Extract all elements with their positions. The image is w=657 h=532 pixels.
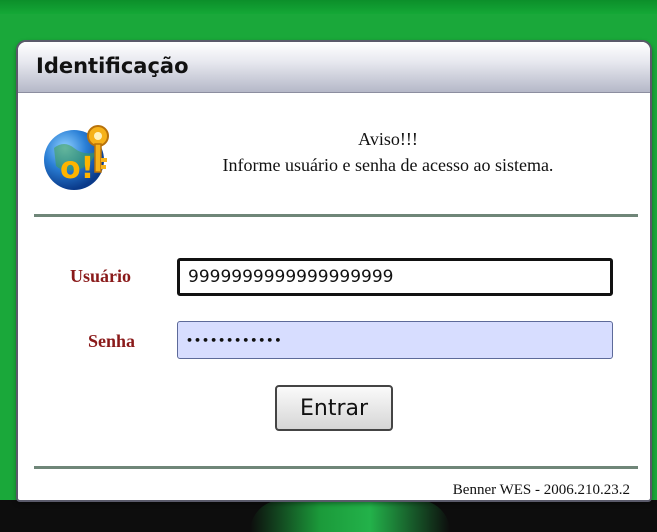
- password-input[interactable]: ••••••••••••: [177, 321, 613, 359]
- dialog-title: Identificação: [36, 54, 189, 78]
- notice-message: Aviso!!! Informe usuário e senha de aces…: [138, 126, 638, 178]
- desktop-top-band: [0, 0, 657, 14]
- svg-text:o!: o!: [60, 151, 94, 186]
- password-label: Senha: [88, 331, 136, 351]
- login-dialog: Identificação o! Aviso!!! Informe usuári…: [16, 40, 652, 502]
- enter-button[interactable]: Entrar: [275, 385, 393, 431]
- taskbar-accent: [250, 500, 450, 532]
- divider-top: [34, 214, 638, 217]
- user-label: Usuário: [70, 266, 132, 286]
- dialog-titlebar: Identificação: [18, 42, 650, 93]
- notice-heading: Aviso!!!: [358, 129, 418, 149]
- version-text: Benner WES - 2006.210.23.2: [452, 482, 630, 498]
- divider-bottom: [34, 466, 638, 469]
- info-globe-key-icon: o!: [44, 125, 109, 190]
- notice-text: Informe usuário e senha de acesso ao sis…: [222, 155, 554, 175]
- user-input[interactable]: 9999999999999999999: [177, 258, 613, 296]
